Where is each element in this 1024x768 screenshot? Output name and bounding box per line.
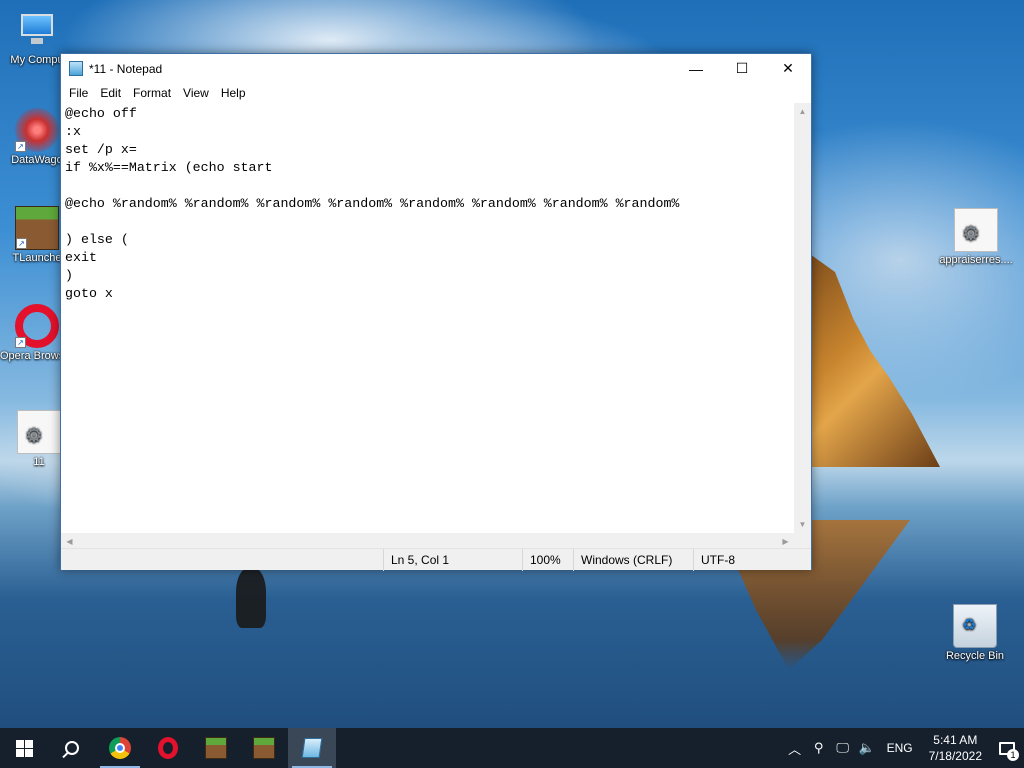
taskbar: ︿ ⚲ 🖵 🔈 ENG 5:41 AM 7/18/2022 1: [0, 728, 1024, 768]
shortcut-arrow-icon: ↗: [15, 337, 26, 348]
shortcut-arrow-icon: ↗: [15, 141, 26, 152]
desktop-icon-label: 11: [33, 456, 45, 468]
start-button[interactable]: [0, 728, 48, 768]
taskbar-minecraft-1[interactable]: [192, 728, 240, 768]
status-bar: Ln 5, Col 1 100% Windows (CRLF) UTF-8: [61, 548, 811, 571]
people-icon[interactable]: ⚲: [809, 740, 829, 756]
clock-date: 7/18/2022: [928, 749, 982, 763]
status-zoom: 100%: [522, 549, 573, 571]
status-line-ending: Windows (CRLF): [573, 549, 693, 571]
volume-icon[interactable]: 🔈: [857, 740, 877, 756]
recycle-bin-icon: ♻: [953, 604, 997, 648]
settings-file-icon: ⚙: [954, 208, 998, 252]
wallpaper-rock: [800, 255, 940, 467]
maximize-button[interactable]: ☐: [719, 54, 765, 83]
notepad-window[interactable]: *11 - Notepad — ☐ ✕ File Edit Format Vie…: [60, 53, 812, 571]
minimize-button[interactable]: —: [673, 54, 719, 83]
gear-icon: ⚙: [962, 223, 980, 245]
network-icon[interactable]: 🖵: [833, 740, 853, 756]
minecraft-icon: [253, 737, 275, 759]
scroll-down-icon[interactable]: ▼: [794, 516, 811, 533]
minecraft-icon: [205, 737, 227, 759]
shortcut-arrow-icon: ↗: [16, 238, 27, 249]
menu-help[interactable]: Help: [215, 86, 252, 100]
menu-bar: File Edit Format View Help: [61, 83, 811, 103]
vertical-scrollbar[interactable]: ▲ ▼: [794, 103, 811, 533]
menu-file[interactable]: File: [63, 86, 94, 100]
minecraft-icon: ↗: [15, 206, 59, 250]
desktop-icon-label: appraiserres....: [939, 254, 1013, 266]
notepad-icon: [69, 61, 83, 76]
desktop-icon-recycle-bin[interactable]: ♻ Recycle Bin: [938, 604, 1012, 662]
desktop-icon-label: DataWago: [11, 154, 63, 166]
clock-time: 5:41 AM: [933, 733, 978, 747]
notification-count: 1: [1007, 749, 1019, 761]
recycle-symbol-icon: ♻: [962, 617, 977, 634]
opera-icon: ↗: [15, 304, 59, 348]
search-icon: [65, 741, 79, 755]
status-position: Ln 5, Col 1: [383, 549, 522, 571]
window-title: *11 - Notepad: [89, 61, 163, 76]
batch-file-icon: ⚙: [17, 410, 61, 454]
taskbar-notepad[interactable]: [288, 728, 336, 768]
language-indicator[interactable]: ENG: [879, 741, 921, 755]
title-bar[interactable]: *11 - Notepad — ☐ ✕: [61, 54, 811, 83]
desktop-icon-label: TLaunche: [12, 252, 62, 264]
windows-logo-icon: [15, 739, 33, 757]
datawago-icon: ↗: [15, 108, 59, 152]
chevron-up-icon[interactable]: ︿: [785, 739, 805, 758]
chrome-icon: [109, 737, 131, 759]
editor-area: @echo off :x set /p x= if %x%==Matrix (e…: [61, 103, 811, 581]
clock[interactable]: 5:41 AM 7/18/2022: [921, 732, 990, 764]
desktop-icon-label: My Compu: [10, 54, 64, 66]
scroll-up-icon[interactable]: ▲: [794, 103, 811, 120]
close-button[interactable]: ✕: [765, 54, 811, 83]
system-tray: ︿ ⚲ 🖵 🔈 ENG 5:41 AM 7/18/2022 1: [783, 728, 1024, 768]
desktop-icon-label: Recycle Bin: [945, 650, 1005, 662]
taskbar-chrome[interactable]: [96, 728, 144, 768]
text-editor[interactable]: @echo off :x set /p x= if %x%==Matrix (e…: [61, 103, 794, 533]
taskbar-opera[interactable]: [144, 728, 192, 768]
menu-view[interactable]: View: [177, 86, 215, 100]
taskbar-minecraft-2[interactable]: [240, 728, 288, 768]
notification-center-button[interactable]: 1: [990, 728, 1024, 768]
gear-icon: ⚙: [25, 425, 43, 447]
status-encoding: UTF-8: [693, 549, 811, 571]
notepad-icon: [301, 738, 323, 758]
computer-icon: [15, 8, 59, 52]
menu-edit[interactable]: Edit: [94, 86, 127, 100]
search-button[interactable]: [48, 728, 96, 768]
menu-format[interactable]: Format: [127, 86, 177, 100]
desktop-icon-appraiserres[interactable]: ⚙ appraiserres....: [936, 208, 1016, 266]
opera-icon: [158, 737, 178, 759]
